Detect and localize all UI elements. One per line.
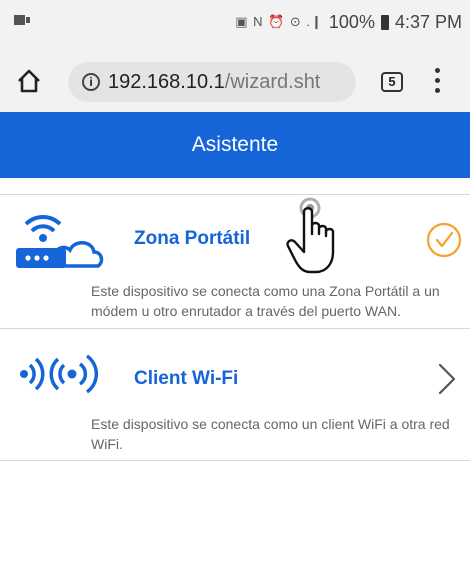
battery-percent: 100% (328, 11, 375, 32)
option-wifi-client[interactable]: Client Wi-Fi (0, 340, 470, 418)
url-host: 192.168.10.1 (108, 70, 225, 93)
url-path: /wizard.sht (224, 70, 321, 93)
divider (0, 328, 470, 329)
divider (0, 194, 470, 195)
overflow-menu-icon[interactable] (430, 68, 444, 96)
option-hotspot-description: Este dispositivo se conecta como una Zon… (91, 283, 440, 319)
option-wifi-client-description: Este dispositivo se conecta como un clie… (91, 416, 450, 452)
router-cloud-icon (16, 214, 104, 268)
option-hotspot[interactable]: Zona Portátil (0, 200, 470, 278)
check-circle-icon (426, 222, 462, 258)
address-bar[interactable]: i 192.168.10.1/wizard.sht (68, 62, 356, 102)
browser-toolbar: i 192.168.10.1/wizard.sht 5 (0, 52, 470, 112)
chevron-right-icon[interactable] (436, 362, 458, 396)
battery-icon (380, 14, 389, 30)
clock: 4:37 PM (394, 11, 462, 32)
notification-icon (14, 15, 30, 25)
status-bar: ▣ N ⏰ ⊙ .❙ 100% 4:37 PM (0, 0, 470, 52)
hand-pointer-icon (286, 197, 335, 274)
status-indicators: ▣ N ⏰ ⊙ .❙ 100% 4:37 PM (235, 4, 462, 40)
page-header: Asistente (0, 112, 470, 178)
tab-switcher-button[interactable]: 5 (381, 72, 403, 92)
divider (0, 460, 470, 461)
option-wifi-client-label: Client Wi-Fi (134, 368, 239, 389)
page-title: Asistente (191, 133, 279, 156)
info-icon[interactable]: i (82, 73, 100, 91)
status-icons: ▣ N ⏰ ⊙ .❙ (235, 14, 323, 29)
option-hotspot-label: Zona Portátil (134, 228, 251, 249)
home-icon[interactable] (16, 68, 42, 94)
wifi-signal-icon (20, 354, 99, 394)
